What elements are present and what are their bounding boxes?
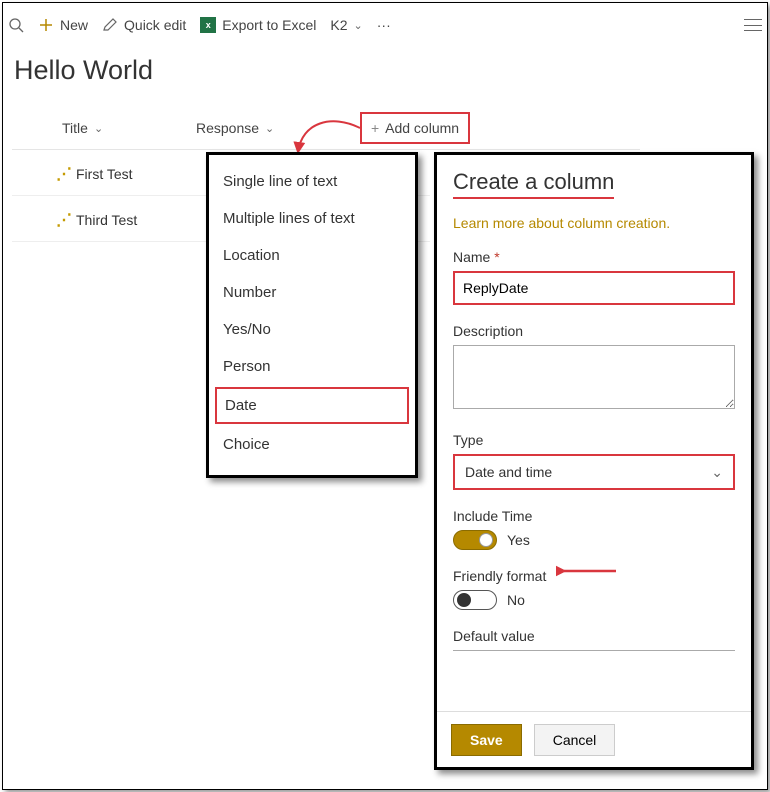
name-label: Name * <box>453 249 735 265</box>
friendly-format-text: No <box>507 592 525 608</box>
command-bar: New Quick edit x Export to Excel K2 ⌄ ··… <box>8 10 762 40</box>
name-input[interactable] <box>453 271 735 305</box>
type-option-date[interactable]: Date <box>215 387 409 424</box>
description-input[interactable] <box>453 345 735 409</box>
default-value-label: Default value <box>453 628 735 644</box>
page-title: Hello World <box>14 55 153 86</box>
type-option-choice[interactable]: Choice <box>209 426 415 463</box>
column-header-response-label: Response <box>196 120 259 136</box>
type-select-value: Date and time <box>465 464 552 480</box>
k2-menu[interactable]: K2 ⌄ <box>330 17 362 33</box>
include-time-label: Include Time <box>453 508 735 524</box>
column-header-title-label: Title <box>62 120 88 136</box>
column-header-title[interactable]: Title ⌄ <box>62 120 103 136</box>
type-option-single-line[interactable]: Single line of text <box>209 163 415 200</box>
add-column-label: Add column <box>385 120 459 136</box>
type-option-person[interactable]: Person <box>209 348 415 385</box>
panel-footer: Save Cancel <box>437 711 751 767</box>
default-value-input-top[interactable] <box>453 650 735 651</box>
ellipsis-icon: ··· <box>377 17 391 33</box>
friendly-format-toggle[interactable] <box>453 590 497 610</box>
new-button[interactable]: New <box>38 17 88 33</box>
excel-icon: x <box>200 17 216 33</box>
panel-toggle[interactable] <box>744 19 762 31</box>
search-button[interactable] <box>8 17 24 33</box>
new-label: New <box>60 17 88 33</box>
quick-edit-button[interactable]: Quick edit <box>102 17 186 33</box>
chevron-down-icon: ⌄ <box>265 122 274 135</box>
type-label: Type <box>453 432 735 448</box>
chevron-down-icon: ⌄ <box>711 464 723 481</box>
export-label: Export to Excel <box>222 17 316 33</box>
search-icon <box>8 17 24 33</box>
chevron-down-icon: ⌄ <box>354 19 363 32</box>
new-item-icon: ⋰ <box>56 210 72 230</box>
cell-title: Third Test <box>76 212 206 228</box>
new-item-icon: ⋰ <box>56 164 72 184</box>
pencil-icon <box>102 17 118 33</box>
type-option-number[interactable]: Number <box>209 274 415 311</box>
export-excel-button[interactable]: x Export to Excel <box>200 17 316 33</box>
include-time-text: Yes <box>507 532 530 548</box>
add-column-button[interactable]: + Add column <box>360 112 470 144</box>
plus-icon: + <box>371 120 379 136</box>
include-time-toggle[interactable] <box>453 530 497 550</box>
save-button[interactable]: Save <box>451 724 522 756</box>
k2-label: K2 <box>330 17 347 33</box>
type-select[interactable]: Date and time ⌄ <box>453 454 735 490</box>
hamburger-icon <box>744 19 762 31</box>
cancel-button[interactable]: Cancel <box>534 724 616 756</box>
type-option-multi-line[interactable]: Multiple lines of text <box>209 200 415 237</box>
chevron-down-icon: ⌄ <box>94 122 103 135</box>
learn-more-link[interactable]: Learn more about column creation. <box>453 215 735 231</box>
type-option-location[interactable]: Location <box>209 237 415 274</box>
overflow-menu[interactable]: ··· <box>377 17 391 33</box>
description-label: Description <box>453 323 735 339</box>
plus-icon <box>38 17 54 33</box>
quick-edit-label: Quick edit <box>124 17 186 33</box>
friendly-format-label: Friendly format <box>453 568 735 584</box>
header-divider <box>12 149 640 150</box>
cell-title: First Test <box>76 166 206 182</box>
create-column-panel: Create a column Learn more about column … <box>434 152 754 770</box>
column-header-response[interactable]: Response ⌄ <box>196 120 274 136</box>
type-option-yesno[interactable]: Yes/No <box>209 311 415 348</box>
panel-title: Create a column <box>453 169 614 199</box>
column-type-menu: Single line of text Multiple lines of te… <box>206 152 418 478</box>
